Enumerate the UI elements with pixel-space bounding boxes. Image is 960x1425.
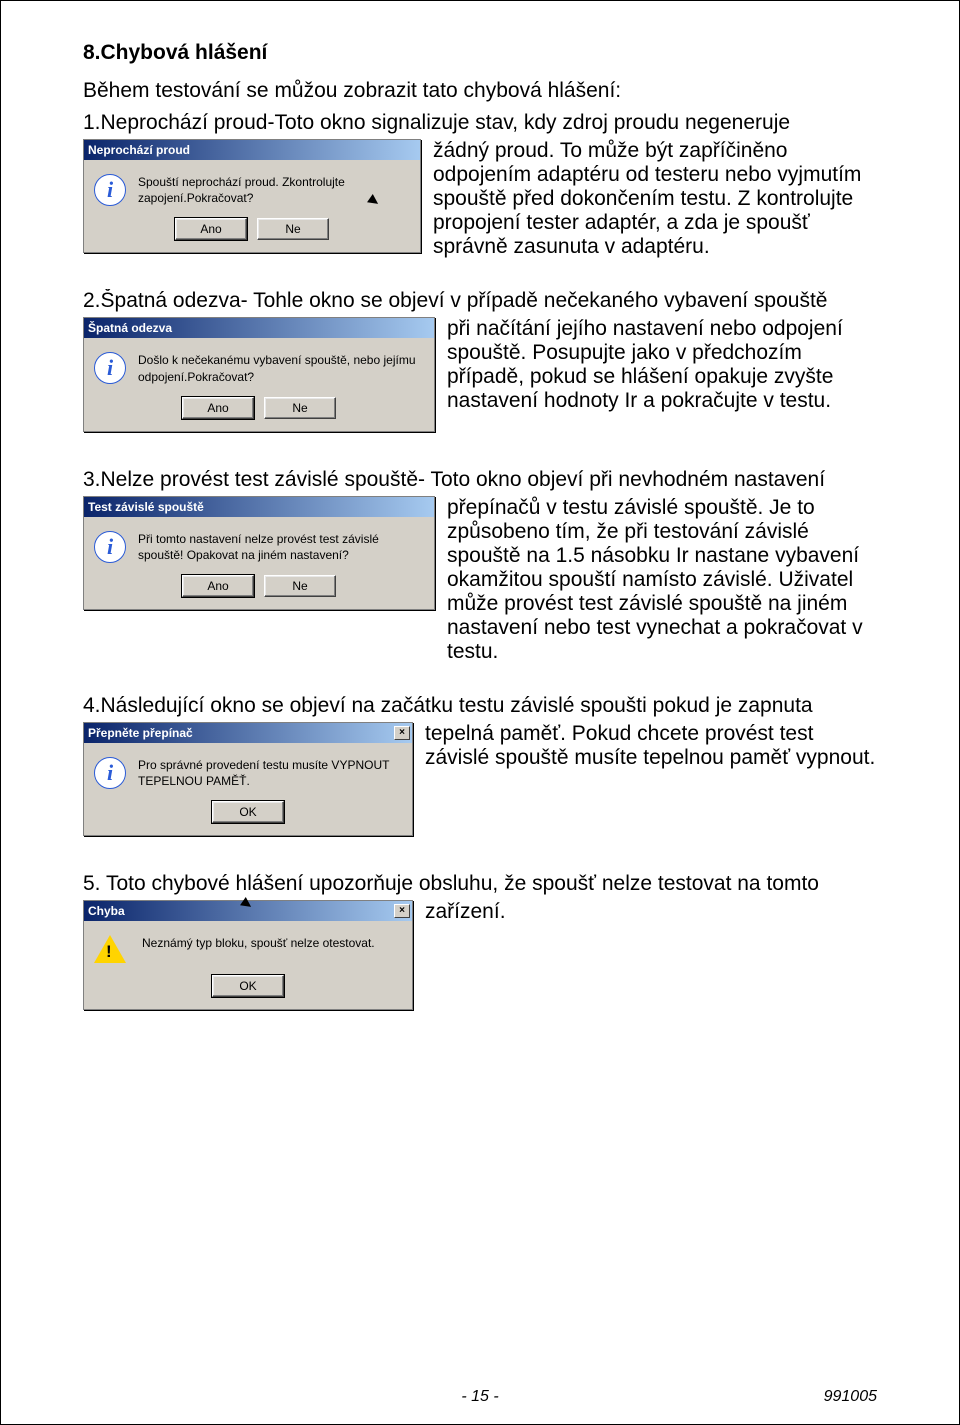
dialog-3: Test závislé spouště Při tomto nastavení… [83, 496, 435, 610]
dialog-message: Při tomto nastavení nelze provést test z… [138, 531, 424, 563]
dialog-title: Chyba [88, 904, 125, 918]
no-button[interactable]: Ne [264, 397, 336, 419]
item-description: žádný proud. To může být zapříčiněno odp… [433, 139, 877, 259]
dialog-window: Neprochází proud Spouští neprochází prou… [83, 139, 421, 253]
yes-button[interactable]: Ano [182, 575, 254, 597]
item-description: tepelná paměť. Pokud chcete provést test… [425, 722, 877, 770]
error-item-2: 2.Špatná odezva- Tohle okno se objeví v … [83, 289, 877, 437]
close-icon[interactable]: × [394, 726, 410, 740]
dialog-title: Špatná odezva [88, 321, 172, 335]
info-icon [94, 531, 126, 563]
dialog-4: Přepněte přepínač × Pro správné proveden… [83, 722, 413, 836]
dialog-2: Špatná odezva Došlo k nečekanému vybaven… [83, 317, 435, 431]
dialog-message: Pro správné provedení testu musíte VYPNO… [138, 757, 402, 789]
dialog-buttons: OK [84, 801, 412, 835]
dialog-5: Chyba × Neznámý typ bloku, spoušť nelze … [83, 900, 413, 1010]
item-lead: 1.Neprochází proud-Toto okno signalizuje… [83, 111, 877, 135]
dialog-titlebar: Neprochází proud [84, 140, 420, 160]
page-footer: - 15 - 991005 [1, 1388, 959, 1406]
dialog-1: Neprochází proud Spouští neprochází prou… [83, 139, 421, 253]
dialog-title: Přepněte přepínač [88, 726, 193, 740]
warning-icon [94, 935, 126, 963]
dialog-window: Test závislé spouště Při tomto nastavení… [83, 496, 435, 610]
item-description: přepínačů v testu závislé spouště. Je to… [447, 496, 877, 664]
section-title: 8.Chybová hlášení [83, 41, 877, 65]
dialog-buttons: OK [84, 975, 412, 1009]
dialog-window: Špatná odezva Došlo k nečekanému vybaven… [83, 317, 435, 431]
item-lead: 5. Toto chybové hlášení upozorňuje obslu… [83, 872, 877, 896]
no-button[interactable]: Ne [264, 575, 336, 597]
dialog-buttons: Ano Ne [84, 397, 434, 431]
error-item-3: 3.Nelze provést test závislé spouště- To… [83, 468, 877, 664]
error-item-1: 1.Neprochází proud-Toto okno signalizuje… [83, 111, 877, 259]
item-lead: 4.Následující okno se objeví na začátku … [83, 694, 877, 718]
error-item-4: 4.Následující okno se objeví na začátku … [83, 694, 877, 842]
no-button[interactable]: Ne [257, 218, 329, 240]
dialog-message: Došlo k nečekanému vybavení spouště, neb… [138, 352, 424, 384]
dialog-titlebar: Test závislé spouště [84, 497, 434, 517]
page-number: - 15 - [1, 1388, 959, 1406]
yes-button[interactable]: Ano [182, 397, 254, 419]
item-lead: 3.Nelze provést test závislé spouště- To… [83, 468, 877, 492]
yes-button[interactable]: Ano [175, 218, 247, 240]
ok-button[interactable]: OK [212, 801, 284, 823]
item-description: při načítání jejího nastavení nebo odpoj… [447, 317, 877, 413]
item-description: zařízení. [425, 900, 877, 924]
info-icon [94, 757, 126, 789]
error-item-5: 5. Toto chybové hlášení upozorňuje obslu… [83, 872, 877, 1016]
intro-text: Během testování se můžou zobrazit tato c… [83, 79, 877, 103]
close-icon[interactable]: × [394, 904, 410, 918]
item-lead: 2.Špatná odezva- Tohle okno se objeví v … [83, 289, 877, 313]
dialog-title: Neprochází proud [88, 143, 190, 157]
dialog-buttons: Ano Ne [84, 218, 420, 252]
dialog-title: Test závislé spouště [88, 500, 204, 514]
dialog-window: Chyba × Neznámý typ bloku, spoušť nelze … [83, 900, 413, 1010]
ok-button[interactable]: OK [212, 975, 284, 997]
dialog-buttons: Ano Ne [84, 575, 434, 609]
info-icon [94, 174, 126, 206]
document-page: 8.Chybová hlášení Během testování se můž… [0, 0, 960, 1425]
dialog-titlebar: Špatná odezva [84, 318, 434, 338]
dialog-message: Neznámý typ bloku, spoušť nelze otestova… [142, 935, 402, 951]
dialog-window: Přepněte přepínač × Pro správné proveden… [83, 722, 413, 836]
dialog-titlebar: Přepněte přepínač × [84, 723, 412, 743]
info-icon [94, 352, 126, 384]
